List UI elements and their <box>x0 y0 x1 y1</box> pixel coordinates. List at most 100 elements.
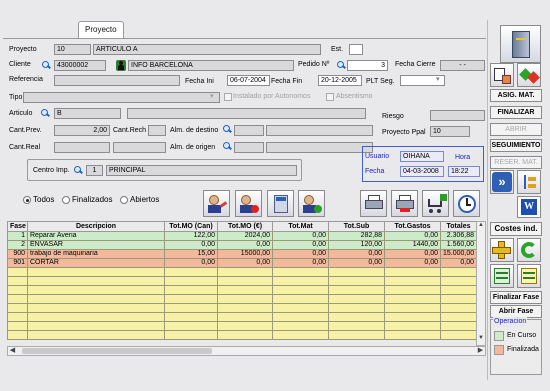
articulo-description-field[interactable] <box>127 108 366 119</box>
printer-red-button[interactable] <box>391 190 418 217</box>
col-header-mo-can[interactable]: Tot.MO (Can) <box>164 221 218 232</box>
scroll-up-icon[interactable]: ▲ <box>477 222 485 231</box>
forward-button[interactable]: » <box>490 170 514 194</box>
col-header-totales[interactable]: Totales <box>440 221 477 232</box>
radio-todos[interactable] <box>23 196 31 204</box>
radio-abiertos[interactable] <box>120 196 128 204</box>
calculator-button[interactable] <box>267 190 294 217</box>
reser-mat-button[interactable]: RESER. MAT. <box>490 156 542 169</box>
cliente-search-icon[interactable] <box>41 60 51 70</box>
cant-rech-field[interactable] <box>148 125 166 136</box>
radio-finalizados[interactable] <box>62 196 70 204</box>
pedido-field[interactable]: 3 <box>347 60 388 71</box>
fecha-fin-field[interactable]: 20-12-2005 <box>318 75 362 86</box>
alm-origen-name-field[interactable] <box>266 142 373 153</box>
centro-imp-name-field[interactable]: PRINCIPAL <box>106 165 297 176</box>
table-vertical-scrollbar[interactable]: ▲ ▼ <box>476 221 486 346</box>
finalizar-button[interactable]: FINALIZAR <box>490 106 542 119</box>
absentismo-checkbox[interactable] <box>326 93 334 101</box>
empty-table-row[interactable] <box>7 321 477 331</box>
abrir-button[interactable]: ABRIR <box>490 123 542 136</box>
assign-material-button[interactable] <box>490 63 514 87</box>
tab-proyecto-label: Proyecto <box>85 25 117 34</box>
articulo-search-icon[interactable] <box>40 108 50 118</box>
pedido-search-icon[interactable] <box>336 60 346 70</box>
structure-button[interactable] <box>517 170 541 194</box>
empty-cell <box>27 321 165 331</box>
cant-real-field[interactable] <box>54 142 110 153</box>
alm-origen-search-icon[interactable] <box>222 141 232 151</box>
empty-cell <box>27 276 165 286</box>
add-button[interactable] <box>490 238 514 262</box>
refresh-button[interactable] <box>517 238 541 262</box>
word-button[interactable]: W <box>517 196 541 218</box>
list-yellow-button[interactable] <box>517 264 541 288</box>
table-row[interactable]: 901 CORTAR 0,00 0,00 0,00 0,00 0,00 0,00 <box>7 258 477 268</box>
cant-prev-field[interactable]: 2,00 <box>54 125 110 136</box>
table-row[interactable]: 900 trabajo de maquinaria 15,00 15000,00… <box>7 249 477 259</box>
cliente-code-field[interactable]: 43000002 <box>54 60 106 71</box>
proyecto-code-field[interactable]: 10 <box>54 44 91 55</box>
tipo-select[interactable] <box>23 92 220 103</box>
worker-tool-button[interactable] <box>203 190 230 217</box>
empty-table-row[interactable] <box>7 276 477 286</box>
cell-mat: 0,00 <box>272 231 329 241</box>
worker-delete-button[interactable] <box>235 190 262 217</box>
empty-cell <box>440 303 477 313</box>
table-row[interactable]: 2 ENVASAR 0,00 0,00 0,00 120,00 1440,00 … <box>7 240 477 250</box>
gems-button[interactable] <box>517 63 541 87</box>
seguimiento-button[interactable]: SEGUIMIENTO <box>490 139 542 152</box>
fecha-ini-field[interactable]: 06-07-2004 <box>227 75 270 86</box>
refresh-icon <box>521 242 537 258</box>
finalizar-fase-button[interactable]: Finalizar Fase <box>490 291 542 304</box>
articulo-code-field[interactable]: B <box>54 108 121 119</box>
col-header-descripcion[interactable]: Descripcion <box>27 221 165 232</box>
save-button[interactable] <box>500 25 541 63</box>
referencia-field[interactable] <box>54 75 180 86</box>
alm-destino-code-field[interactable] <box>234 125 264 136</box>
plt-seg-chevron-down-icon[interactable]: ▾ <box>436 75 440 85</box>
empty-table-row[interactable] <box>7 267 477 277</box>
empty-table-row[interactable] <box>7 303 477 313</box>
proyecto-ppal-field[interactable]: 10 <box>430 126 470 137</box>
list-green-button[interactable] <box>490 264 514 288</box>
empty-table-row[interactable] <box>7 285 477 295</box>
costes-ind-button[interactable]: Costes ind. <box>490 222 542 236</box>
cart-button[interactable] <box>422 190 449 217</box>
table-row[interactable]: 1 Reparar Averia 122,00 2024,00 0,00 282… <box>7 231 477 241</box>
col-header-mo-eur[interactable]: Tot.MO (€) <box>217 221 273 232</box>
fecha-cierre-field[interactable]: - - <box>440 60 485 71</box>
proyecto-name-field[interactable]: ARTICULO A <box>93 44 321 55</box>
empty-table-row[interactable] <box>7 312 477 322</box>
cliente-name-field[interactable]: INFO BARCELONA <box>128 60 294 71</box>
clock-button[interactable] <box>453 190 480 217</box>
fases-table[interactable]: Fase Descripcion Tot.MO (Can) Tot.MO (€)… <box>7 221 477 340</box>
col-header-mat[interactable]: Tot.Mat <box>272 221 329 232</box>
empty-cell <box>27 312 165 322</box>
instalado-checkbox[interactable] <box>224 93 232 101</box>
alm-destino-search-icon[interactable] <box>222 124 232 134</box>
est-field[interactable] <box>349 44 363 55</box>
scroll-right-icon[interactable]: ▶ <box>476 347 485 355</box>
col-header-sub[interactable]: Tot.Sub <box>328 221 385 232</box>
tipo-chevron-down-icon[interactable]: ▾ <box>210 92 214 102</box>
scroll-thumb[interactable] <box>22 348 212 354</box>
scroll-left-icon[interactable]: ◀ <box>8 347 17 355</box>
cant-real-extra-field[interactable] <box>113 142 166 153</box>
worker-add-button[interactable] <box>298 190 325 217</box>
empty-table-row[interactable] <box>7 330 477 340</box>
cell-fase: 901 <box>7 258 28 268</box>
table-horizontal-scrollbar[interactable]: ◀ ▶ <box>7 346 486 356</box>
col-header-gastos[interactable]: Tot.Gastos <box>384 221 441 232</box>
empty-cell <box>217 321 273 331</box>
empty-table-row[interactable] <box>7 294 477 304</box>
centro-imp-search-icon[interactable] <box>73 165 83 175</box>
centro-imp-code-field[interactable]: 1 <box>86 165 103 176</box>
col-header-fase[interactable]: Fase <box>7 221 28 232</box>
printer-button[interactable] <box>360 190 387 217</box>
alm-origen-code-field[interactable] <box>234 142 264 153</box>
asig-mat-button[interactable]: ASIG. MAT. <box>490 89 542 102</box>
riesgo-field[interactable] <box>430 110 485 121</box>
scroll-down-icon[interactable]: ▼ <box>477 335 485 344</box>
alm-destino-name-field[interactable] <box>266 125 373 136</box>
